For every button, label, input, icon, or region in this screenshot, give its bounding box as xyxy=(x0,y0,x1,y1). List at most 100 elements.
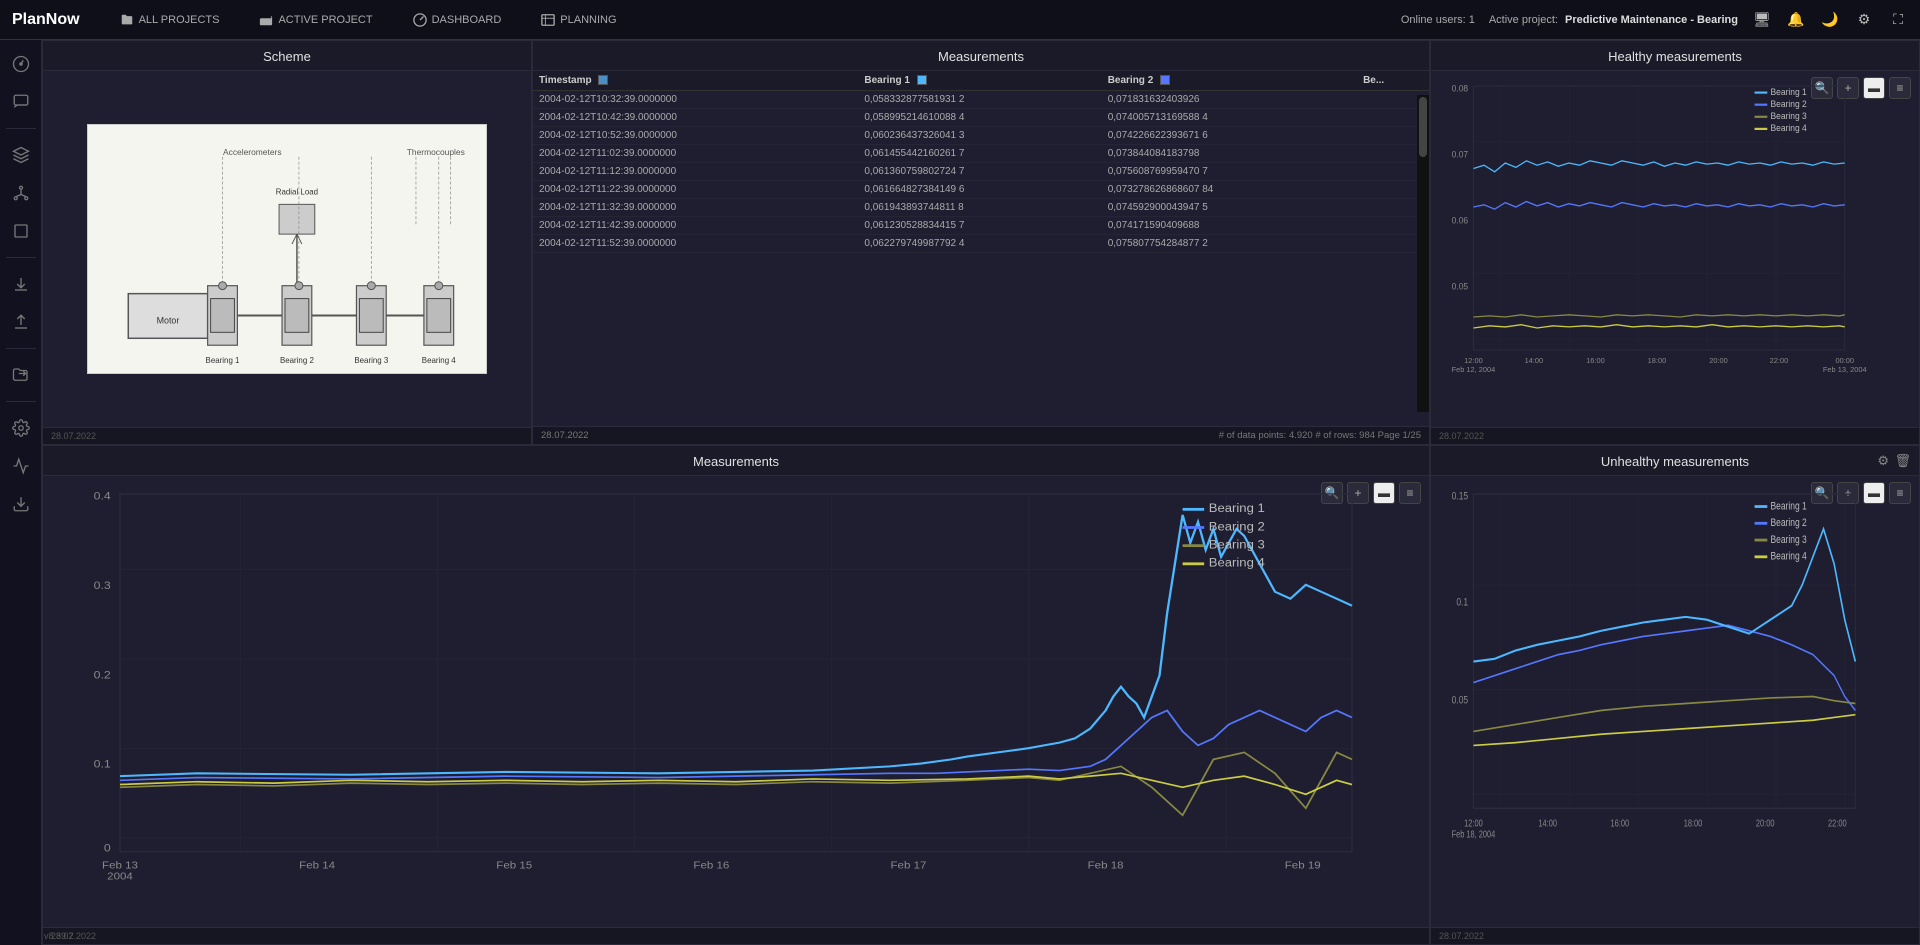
svg-text:Bearing 2: Bearing 2 xyxy=(1770,99,1806,109)
sidebar-separator-2 xyxy=(6,257,36,258)
topbar-right: Online users: 1 Active project: Predicti… xyxy=(1401,10,1908,30)
sidebar-folder-share[interactable] xyxy=(5,359,37,391)
svg-text:Feb 12, 2004: Feb 12, 2004 xyxy=(1452,365,1496,374)
fullscreen-icon[interactable]: ⛶ xyxy=(1888,10,1908,30)
svg-text:14:00: 14:00 xyxy=(1525,356,1544,365)
svg-text:0.1: 0.1 xyxy=(94,758,111,770)
bearing-diagram-svg: Motor Bearing 1 Bearing 2 Radial Load xyxy=(87,124,487,374)
gear-icon[interactable]: ⚙ xyxy=(1854,10,1874,30)
nav-dashboard[interactable]: DASHBOARD xyxy=(405,9,510,31)
svg-text:0: 0 xyxy=(104,842,111,854)
svg-text:Bearing 2: Bearing 2 xyxy=(1209,520,1265,533)
planning-icon xyxy=(541,13,555,27)
meas-chart-svg: 0.4 0.3 0.2 0.1 0 Feb 13 2004 Feb 14 Feb… xyxy=(43,480,1429,927)
version-label: v8.39.2 xyxy=(44,931,74,941)
svg-text:18:00: 18:00 xyxy=(1684,817,1703,828)
svg-text:18:00: 18:00 xyxy=(1648,356,1667,365)
folder-icon xyxy=(120,13,134,27)
table-row: 2004-02-12T10:42:39.00000000,05899521461… xyxy=(533,109,1429,127)
measurements-table: Timestamp Bearing 1 Bearing 2 Be... xyxy=(533,71,1429,253)
col-bearing1: Bearing 1 xyxy=(858,71,1101,91)
sidebar-comments[interactable] xyxy=(5,86,37,118)
nav-all-projects[interactable]: Scheme ALL PROJECTS xyxy=(112,9,228,31)
nav-active-project[interactable]: ACTIVE PROJECT xyxy=(251,9,380,31)
monitor-icon[interactable]: 🖥 xyxy=(1752,10,1772,30)
unhealthy-trash-icon[interactable]: 🗑 xyxy=(1894,453,1911,469)
measurements-table-body: 2004-02-12T10:32:39.00000000,05833287758… xyxy=(533,91,1429,253)
moon-icon[interactable]: 🌙 xyxy=(1820,10,1840,30)
svg-text:12:00: 12:00 xyxy=(1464,817,1483,828)
sidebar-layers[interactable] xyxy=(5,139,37,171)
sidebar xyxy=(0,40,42,945)
svg-text:0.05: 0.05 xyxy=(1452,281,1469,291)
svg-text:Motor: Motor xyxy=(157,315,180,325)
measurements-chart-container: 0.4 0.3 0.2 0.1 0 Feb 13 2004 Feb 14 Feb… xyxy=(43,476,1429,927)
svg-text:Feb 18: Feb 18 xyxy=(1088,860,1124,871)
svg-text:0.05: 0.05 xyxy=(1452,694,1469,706)
svg-text:16:00: 16:00 xyxy=(1586,356,1605,365)
sidebar-upload[interactable] xyxy=(5,306,37,338)
svg-text:Feb 17: Feb 17 xyxy=(891,860,927,871)
svg-text:0.06: 0.06 xyxy=(1452,215,1469,225)
vertical-scrollbar-thumb[interactable] xyxy=(1419,97,1427,157)
healthy-chart-container: 0.08 0.07 0.06 0.05 12:00 Feb 12, 2004 1… xyxy=(1431,71,1919,427)
svg-text:Thermocouples: Thermocouples xyxy=(407,147,465,157)
col-timestamp: Timestamp xyxy=(533,71,858,91)
svg-text:Feb 13: Feb 13 xyxy=(102,860,138,871)
sidebar-download2[interactable] xyxy=(5,488,37,520)
svg-text:Feb 15: Feb 15 xyxy=(496,860,532,871)
logo: PlanNow xyxy=(12,11,80,29)
svg-text:0.2: 0.2 xyxy=(94,669,111,681)
table-row: 2004-02-12T10:52:39.00000000,06023643732… xyxy=(533,127,1429,145)
unhealthy-settings-icon[interactable]: ⚙ xyxy=(1877,453,1889,469)
sidebar-chart[interactable] xyxy=(5,450,37,482)
healthy-chart-svg: 0.08 0.07 0.06 0.05 12:00 Feb 12, 2004 1… xyxy=(1431,75,1919,427)
svg-text:Bearing 4: Bearing 4 xyxy=(422,356,457,365)
svg-text:Bearing 3: Bearing 3 xyxy=(354,356,389,365)
measurements-table-container[interactable]: Timestamp Bearing 1 Bearing 2 Be... xyxy=(533,71,1429,426)
sidebar-settings[interactable] xyxy=(5,412,37,444)
svg-text:Accelerometers: Accelerometers xyxy=(223,147,282,157)
sidebar-download[interactable] xyxy=(5,268,37,300)
sidebar-network[interactable] xyxy=(5,177,37,209)
meas-chart-footer: 28.07.2022 xyxy=(43,927,1429,944)
svg-text:2004: 2004 xyxy=(107,871,133,882)
measurements-table-title: Measurements xyxy=(533,41,1429,71)
table-row: 2004-02-12T11:42:39.00000000,06123052883… xyxy=(533,217,1429,235)
nav-planning[interactable]: PLANNING xyxy=(533,9,624,31)
bearing1-indicator xyxy=(917,75,927,85)
healthy-footer: 28.07.2022 xyxy=(1431,427,1919,444)
svg-text:Bearing 4: Bearing 4 xyxy=(1770,123,1806,133)
svg-text:22:00: 22:00 xyxy=(1770,356,1789,365)
sidebar-speedometer[interactable] xyxy=(5,48,37,80)
table-row: 2004-02-12T11:32:39.00000000,06194389374… xyxy=(533,199,1429,217)
vertical-scrollbar[interactable] xyxy=(1417,95,1429,412)
svg-text:0.4: 0.4 xyxy=(94,490,112,502)
measurements-chart-panel: Measurements 🔍 + ▬ ≡ 0.4 xyxy=(42,445,1430,945)
unhealthy-footer: 28.07.2022 xyxy=(1431,927,1919,944)
svg-text:Bearing 4: Bearing 4 xyxy=(1770,551,1807,563)
col-bearing2: Bearing 2 xyxy=(1102,71,1357,91)
measurements-chart-title: Measurements xyxy=(43,446,1429,476)
svg-text:0.1: 0.1 xyxy=(1456,597,1468,609)
svg-text:0.15: 0.15 xyxy=(1452,491,1469,503)
scheme-title: Scheme xyxy=(43,41,531,71)
unhealthy-chart-svg: 0.15 0.1 0.05 12:00 Feb 18, 2004 14:00 1… xyxy=(1431,480,1919,927)
svg-text:Bearing 3: Bearing 3 xyxy=(1209,538,1265,551)
svg-text:Feb 19: Feb 19 xyxy=(1285,860,1321,871)
svg-text:Bearing 4: Bearing 4 xyxy=(1209,556,1265,569)
svg-text:Bearing 1: Bearing 1 xyxy=(1770,87,1806,97)
sidebar-separator-3 xyxy=(6,348,36,349)
svg-text:Bearing 1: Bearing 1 xyxy=(1209,502,1265,515)
unhealthy-measurements-panel: Unhealthy measurements ⚙ 🗑 🔍 + ▬ ≡ xyxy=(1430,445,1920,945)
main-layout: Scheme Motor Bearing 1 Bearing 2 xyxy=(0,40,1920,945)
folder-open-icon xyxy=(259,13,273,27)
sidebar-square[interactable] xyxy=(5,215,37,247)
table-row: 2004-02-12T10:32:39.00000000,05833287758… xyxy=(533,91,1429,109)
svg-text:20:00: 20:00 xyxy=(1709,356,1728,365)
table-footer: 28.07.2022 # of data points: 4.920 # of … xyxy=(533,426,1429,444)
unhealthy-title: Unhealthy measurements xyxy=(1431,446,1919,476)
bell-icon[interactable]: 🔔 xyxy=(1786,10,1806,30)
svg-text:Bearing 1: Bearing 1 xyxy=(1770,500,1807,512)
sidebar-separator-1 xyxy=(6,128,36,129)
